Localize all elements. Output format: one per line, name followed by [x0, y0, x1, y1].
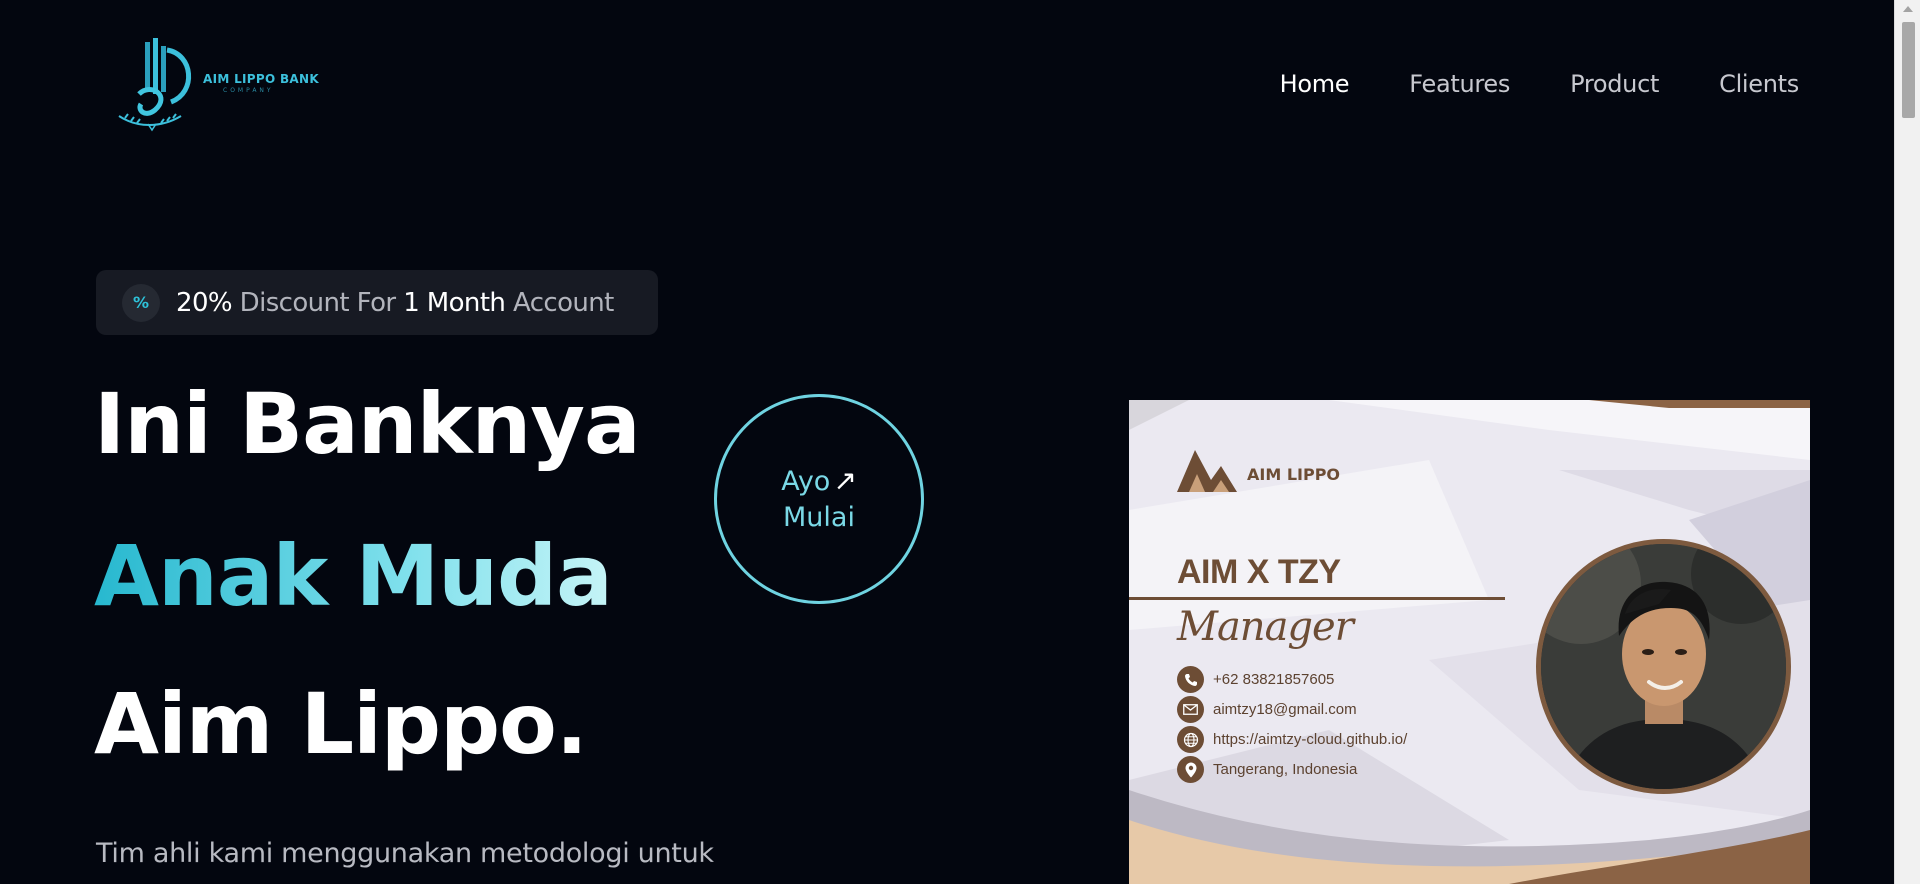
card-brand-name: AIM LIPPO — [1247, 465, 1341, 484]
mail-icon — [1177, 696, 1204, 723]
arrow-up-right-icon: ↗ — [833, 464, 857, 498]
nav-item-home[interactable]: Home — [1280, 70, 1350, 98]
card-contact-website: https://aimtzy-cloud.github.io/ — [1177, 726, 1407, 753]
card-email-text: aimtzy18@gmail.com — [1213, 701, 1357, 718]
discount-account: Account — [512, 287, 614, 318]
profile-photo — [1536, 539, 1791, 794]
percent-icon: % — [122, 283, 160, 322]
nav-item-features[interactable]: Features — [1409, 70, 1510, 98]
globe-icon — [1177, 726, 1204, 753]
hero-title-line-2: Anak Muda — [94, 527, 613, 625]
card-location-text: Tangerang, Indonesia — [1213, 761, 1358, 778]
card-contact-phone: +62 83821857605 — [1177, 666, 1334, 693]
hero-title-line-1: Ini Banknya — [94, 375, 641, 473]
scroll-up-arrow-icon[interactable] — [1903, 6, 1913, 12]
landing-page: AIM LIPPO BANK COMPANY Home Features Pro… — [0, 0, 1920, 884]
discount-label: Discount For — [239, 287, 396, 318]
get-started-button[interactable]: Ayo ↗ Mulai — [714, 394, 924, 604]
cta-line-1: Ayo ↗ — [781, 463, 857, 499]
brand-name: AIM LIPPO BANK — [203, 72, 319, 86]
card-phone-text: +62 83821857605 — [1213, 671, 1335, 688]
card-contact-location: Tangerang, Indonesia — [1177, 756, 1357, 783]
phone-icon — [1177, 666, 1204, 693]
percent-glyph: % — [132, 293, 150, 312]
scrollbar-thumb[interactable] — [1902, 22, 1915, 118]
hero-description: Tim ahli kami menggunakan metodologi unt… — [96, 838, 714, 869]
card-person-name: AIM X TZY — [1177, 553, 1341, 591]
cta-label-1: Ayo — [781, 466, 831, 498]
location-pin-icon — [1177, 756, 1204, 783]
nav-item-clients[interactable]: Clients — [1719, 70, 1799, 98]
vertical-scrollbar[interactable] — [1894, 0, 1920, 884]
brand-subtitle: COMPANY — [223, 87, 274, 94]
hero-title-line-3: Aim Lippo. — [94, 675, 588, 773]
card-divider — [1129, 597, 1505, 600]
discount-badge: % 20% Discount For 1 Month Account — [96, 270, 658, 335]
nav-item-product[interactable]: Product — [1570, 70, 1659, 98]
discount-text: 20% Discount For 1 Month Account — [176, 288, 614, 318]
discount-value: 20% — [176, 287, 233, 318]
cta-label-2: Mulai — [783, 501, 855, 533]
card-website-text: https://aimtzy-cloud.github.io/ — [1213, 731, 1408, 748]
card-contact-email: aimtzy18@gmail.com — [1177, 696, 1357, 723]
bank-logo-icon — [118, 38, 191, 132]
brand-logo[interactable]: AIM LIPPO BANK COMPANY — [115, 36, 319, 132]
business-card-image: AIM LIPPO AIM X TZY Manager +62 83821857… — [1129, 400, 1810, 884]
card-job-title: Manager — [1177, 604, 1354, 650]
discount-duration: 1 Month — [403, 287, 506, 318]
main-nav: Home Features Product Clients — [1280, 70, 1800, 98]
